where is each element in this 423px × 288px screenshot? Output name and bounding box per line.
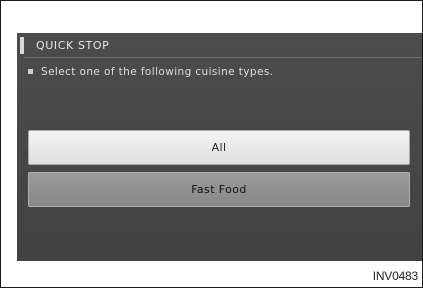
screen-title: QUICK STOP (36, 39, 110, 52)
cuisine-option-all-button[interactable]: All (28, 130, 410, 165)
title-divider (24, 57, 422, 58)
cuisine-option-fast-food-button[interactable]: Fast Food (28, 172, 410, 207)
title-bar: QUICK STOP (17, 33, 422, 63)
figure-frame: QUICK STOP Select one of the following c… (0, 0, 423, 288)
bullet-icon (28, 68, 33, 74)
cuisine-option-fast-food-label: Fast Food (191, 183, 247, 196)
navigation-screen: QUICK STOP Select one of the following c… (17, 33, 422, 261)
instruction-text: Select one of the following cuisine type… (41, 66, 274, 78)
cuisine-option-all-label: All (211, 141, 227, 154)
title-accent-bar (20, 37, 24, 54)
figure-id-label: INV0483 (372, 269, 419, 283)
instruction-line: Select one of the following cuisine type… (28, 66, 273, 78)
